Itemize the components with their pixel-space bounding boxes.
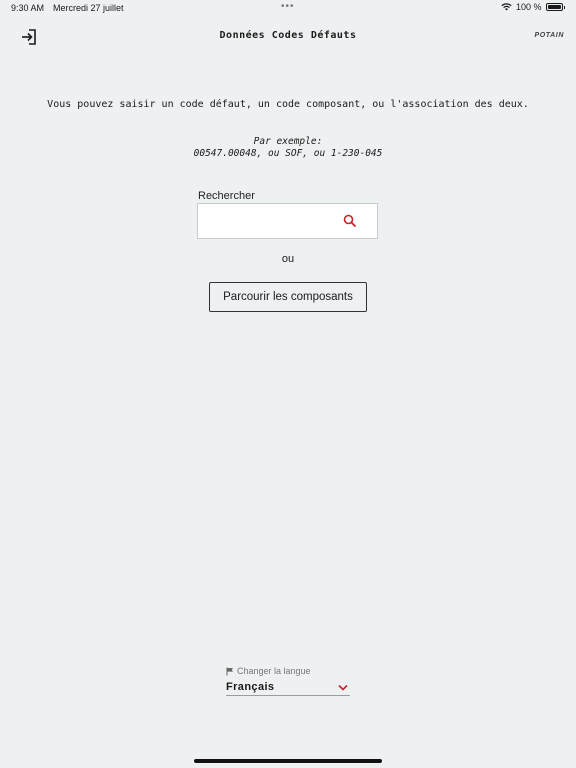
potain-logo: POTAIN xyxy=(534,32,564,39)
search-label: Rechercher xyxy=(198,190,255,202)
battery-percentage: 100 % xyxy=(515,2,542,12)
language-label-row: Changer la langue xyxy=(226,666,350,676)
status-indicators: 100 % xyxy=(501,2,565,12)
or-separator: ou xyxy=(281,253,295,265)
status-time: 9:30 AM xyxy=(11,3,45,13)
language-selector: Changer la langue Français xyxy=(226,666,350,696)
status-bar: 9:30 AM Mercredi 27 juillet ••• 100 % xyxy=(0,0,576,16)
intro-text: Vous pouvez saisir un code défaut, un co… xyxy=(47,99,529,110)
search-input[interactable] xyxy=(198,204,354,238)
battery-tip xyxy=(563,5,565,9)
example-label: Par exemple: xyxy=(253,136,323,147)
home-indicator[interactable] xyxy=(194,759,382,763)
nav-bar: Données Codes Défauts POTAIN xyxy=(0,24,576,50)
chevron-down-icon xyxy=(338,684,348,691)
battery-icon xyxy=(545,3,563,11)
browse-components-button[interactable]: Parcourir les composants xyxy=(209,282,367,312)
language-value: Français xyxy=(226,681,275,693)
example-values: 00547.00048, ou SOF, ou 1-230-045 xyxy=(193,148,383,159)
multitasking-dots-icon[interactable]: ••• xyxy=(281,2,295,12)
flag-icon xyxy=(226,667,233,675)
search-icon[interactable] xyxy=(343,214,357,228)
battery-level xyxy=(547,5,561,9)
language-dropdown[interactable]: Français xyxy=(226,679,350,696)
wifi-icon xyxy=(501,3,512,11)
status-date: Mercredi 27 juillet xyxy=(53,3,124,13)
language-label: Changer la langue xyxy=(237,666,311,676)
page-title: Données Codes Défauts xyxy=(219,30,357,41)
search-field[interactable] xyxy=(197,203,378,239)
